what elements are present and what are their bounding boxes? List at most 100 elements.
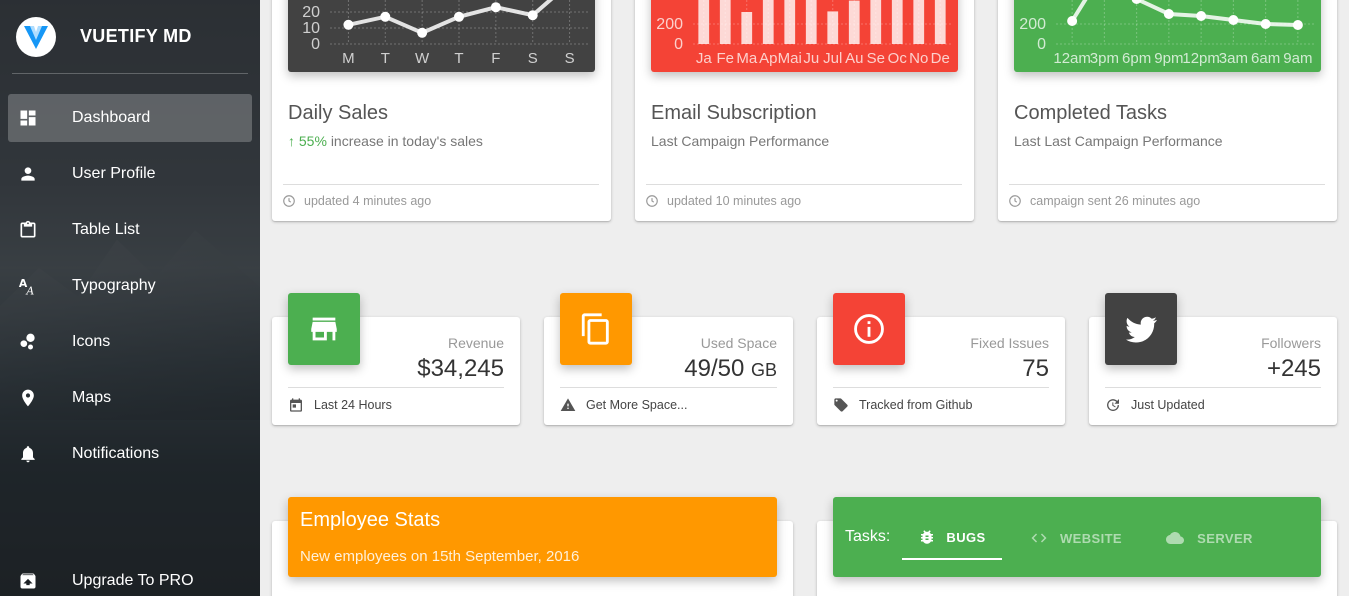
tab-website[interactable]: WEBSITE	[1020, 516, 1130, 560]
data-point	[417, 27, 428, 38]
x-tick-label: Oc	[888, 50, 908, 67]
x-tick-label: Ma	[736, 50, 757, 67]
footer-text: updated 10 minutes ago	[667, 194, 802, 208]
x-tick-label: 12pm	[1182, 50, 1220, 67]
sidebar-item-label: User Profile	[72, 165, 156, 182]
sidebar-item-icons[interactable]: Icons	[8, 318, 252, 366]
sidebar-item-label: Icons	[72, 333, 111, 350]
footer-text: campaign sent 26 minutes ago	[1030, 194, 1201, 208]
clock-icon	[283, 195, 295, 207]
clipboard-icon	[16, 218, 40, 242]
daily-sales-title: Daily Sales	[288, 102, 389, 124]
x-tick-label: Mai	[778, 50, 802, 67]
data-point	[1260, 19, 1271, 29]
sidebar-item-notifications[interactable]: Notifications	[8, 430, 252, 478]
daily-sales-percent: 55%	[298, 133, 327, 149]
unarchive-icon	[16, 569, 40, 593]
email-subscription-chart: 200 0 Ja Fe Ma Ap Mai Ju Jul Au Se Oc No De	[651, 0, 958, 72]
data-point	[1228, 15, 1239, 25]
stat-divider	[288, 387, 504, 388]
brand-divider	[12, 73, 248, 74]
employee-stats-subtitle: New employees on 15th September, 2016	[300, 548, 580, 565]
bar	[870, 0, 882, 44]
used-space-unit: GB	[750, 360, 777, 380]
bar	[891, 0, 903, 44]
y-tick-label: 0	[311, 36, 320, 53]
twitter-icon	[1105, 293, 1177, 365]
map-marker-icon	[16, 386, 40, 410]
stat-divider	[833, 387, 1049, 388]
x-tick-label: W	[415, 50, 430, 67]
x-tick-label: 3pm	[1090, 50, 1119, 67]
tab-server[interactable]: SERVER	[1153, 516, 1263, 560]
x-tick-label: 6pm	[1122, 50, 1151, 67]
data-point	[1163, 9, 1174, 19]
card-footer: updated 4 minutes ago	[282, 194, 431, 208]
stat-footer: Tracked from Github	[833, 397, 972, 413]
x-tick-label: Ja	[696, 50, 713, 67]
clock-icon	[1009, 195, 1021, 207]
sidebar-item-typography[interactable]: AA Typography	[8, 262, 252, 310]
stat-divider	[1105, 387, 1321, 388]
daily-sales-chart-svg: 20100 M T W T F S S	[302, 0, 588, 67]
followers-card: Followers +245 Just Updated	[1089, 293, 1337, 425]
sidebar-item-dashboard[interactable]: Dashboard	[8, 94, 252, 142]
used-space-title: Used Space	[700, 335, 777, 351]
daily-sales-card: 20 10 0 M T W T F S S Daily Sales ↑ 55% increase …	[272, 0, 611, 221]
x-tick-label: T	[454, 50, 463, 67]
fixed-issues-title: Fixed Issues	[970, 335, 1049, 351]
y-tick-label: 0	[1037, 36, 1046, 53]
brand[interactable]: VUETIFY MD	[0, 0, 260, 73]
followers-count: +245	[1266, 355, 1321, 382]
sidebar-item-label: Maps	[72, 389, 112, 406]
x-tick-label: S	[528, 50, 538, 67]
daily-sales-subtitle-text: increase in today's sales	[330, 133, 483, 149]
x-tick-label: Au	[845, 50, 863, 67]
completed-tasks-subtitle: Last Last Campaign Performance	[1014, 133, 1223, 149]
data-point	[454, 11, 464, 22]
revenue-card: Revenue $34,245 Last 24 Hours	[272, 293, 520, 425]
y-tick-label: 200	[1019, 16, 1046, 33]
x-tick-label: 6am	[1251, 50, 1280, 67]
fixed-issues-value: 75	[1022, 355, 1049, 383]
sidebar-item-user-profile[interactable]: User Profile	[8, 150, 252, 198]
card-divider	[646, 184, 962, 185]
x-tick-label: De	[931, 50, 950, 67]
tab-server-label: SERVER	[1197, 530, 1253, 546]
completed-tasks-title: Completed Tasks	[1014, 102, 1168, 124]
sidebar-item-label: Dashboard	[72, 109, 151, 126]
store-icon	[288, 293, 360, 365]
data-point	[527, 10, 538, 21]
data-point	[1067, 16, 1078, 26]
followers-value: +245	[1267, 355, 1321, 383]
typography-icon: AA	[16, 274, 40, 298]
stat-footer: Get More Space...	[560, 397, 687, 413]
data-point	[490, 2, 501, 13]
email-subscription-title: Email Subscription	[651, 102, 817, 124]
sidebar-item-maps[interactable]: Maps	[8, 374, 252, 422]
upgrade-label: Upgrade To PRO	[72, 572, 194, 589]
data-point	[1131, 0, 1142, 4]
data-point	[1292, 20, 1303, 30]
sidebar-item-table-list[interactable]: Table List	[8, 206, 252, 254]
data-point	[1196, 11, 1207, 21]
x-tick-label: M	[342, 50, 355, 67]
bar	[741, 12, 753, 44]
bar	[848, 0, 860, 45]
tab-bugs[interactable]: BUGS	[902, 516, 1002, 560]
bar	[913, 0, 925, 44]
x-tick-label: Ap	[759, 50, 777, 67]
completed-tasks-chart-svg: 200 0 12am3pm 6pm 9pm12pm3am 6am 9am	[1019, 0, 1314, 67]
used-space-footer-link[interactable]: Get More Space...	[586, 398, 687, 412]
card-footer: updated 10 minutes ago	[645, 194, 801, 208]
stat-footer: Last 24 Hours	[288, 397, 392, 413]
revenue-title: Revenue	[447, 335, 504, 351]
fixed-issues-count: 75	[1022, 355, 1049, 382]
dashboard-icon	[16, 106, 40, 130]
warning-icon	[560, 398, 576, 411]
sidebar-item-label: Typography	[72, 277, 156, 294]
upgrade-to-pro-link[interactable]: Upgrade To PRO	[8, 558, 252, 596]
email-subscription-chart-svg: 200 0 Ja Fe Ma Ap Mai Ju Jul Au Se Oc No De	[656, 0, 951, 67]
calendar-icon	[290, 398, 302, 412]
card-footer: campaign sent 26 minutes ago	[1008, 194, 1200, 208]
